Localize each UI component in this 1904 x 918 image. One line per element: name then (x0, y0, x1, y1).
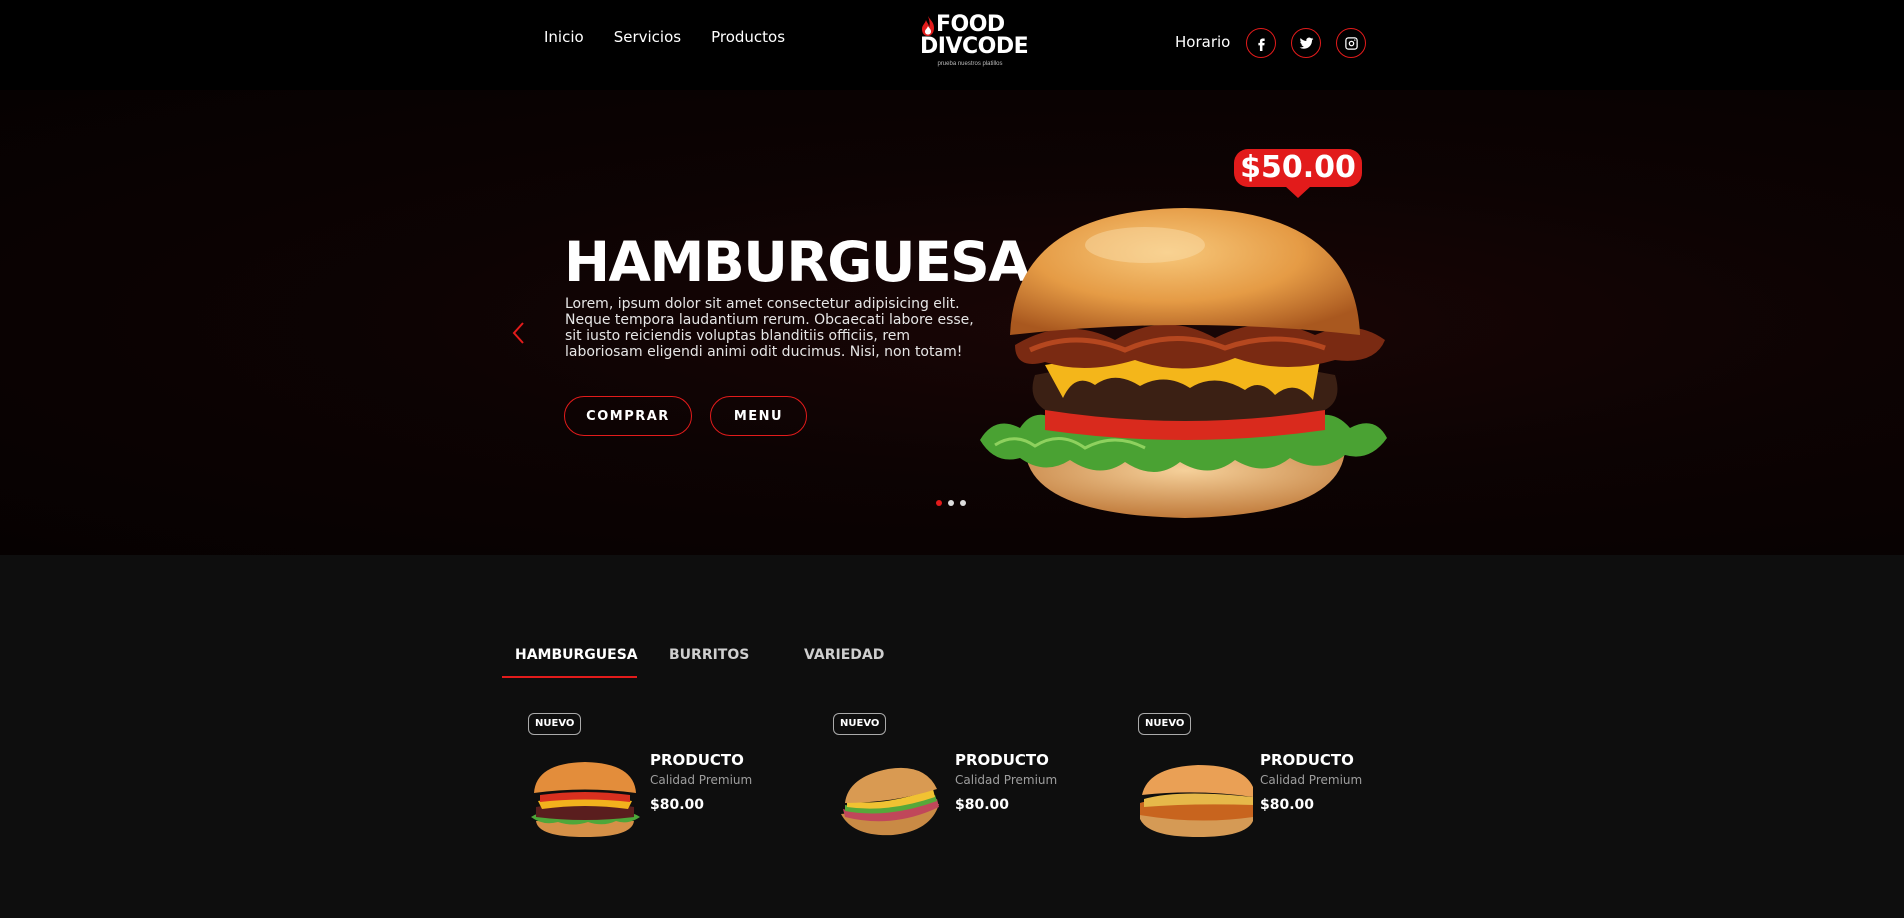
hero-description: Lorem, ipsum dolor sit amet consectetur … (565, 296, 974, 360)
logo[interactable]: FOOD DIVCODE prueba nuestros platillos (918, 12, 1029, 72)
nav-inicio[interactable]: Inicio (544, 28, 584, 46)
price-tag: $50.00 (1234, 149, 1362, 187)
new-badge: NUEVO (1138, 713, 1192, 735)
logo-tagline: prueba nuestros platillos (937, 61, 1003, 67)
hero-title: HAMBURGUESA (564, 230, 1031, 294)
slider-dot-3[interactable] (960, 500, 966, 506)
products-section: HAMBURGUESA BURRITOS VARIEDAD NUEVO PROD… (0, 555, 1904, 918)
new-badge: NUEVO (528, 713, 582, 735)
tab-hamburguesa[interactable]: HAMBURGUESA (515, 647, 638, 663)
product-name: PRODUCTO (955, 751, 1049, 769)
nav-servicios[interactable]: Servicios (614, 28, 681, 46)
price-tag-tail (1285, 186, 1311, 198)
tab-burritos[interactable]: BURRITOS (669, 647, 749, 663)
chevron-left-icon[interactable] (510, 320, 528, 346)
comprar-button[interactable]: COMPRAR (564, 396, 692, 436)
burger-thumbnail (531, 762, 640, 837)
nav-horario[interactable]: Horario (1175, 33, 1230, 51)
product-name: PRODUCTO (1260, 751, 1354, 769)
product-card[interactable]: NUEVO PRODUCTO Calidad Premium $80.00 (833, 713, 1073, 853)
slider-dot-1[interactable] (936, 500, 942, 506)
product-card[interactable]: NUEVO PRODUCTO Calidad Premium $80.00 (1138, 713, 1378, 853)
slider-dots (936, 500, 966, 506)
nav-productos[interactable]: Productos (711, 28, 785, 46)
site-header: Inicio Servicios Productos FOOD DIVCODE … (0, 0, 1904, 90)
menu-button[interactable]: MENU (710, 396, 807, 436)
slider-dot-2[interactable] (948, 500, 954, 506)
product-price: $80.00 (1260, 797, 1315, 813)
chicken-sandwich-thumbnail (1140, 765, 1253, 837)
product-price: $80.00 (650, 797, 705, 813)
new-badge: NUEVO (833, 713, 887, 735)
product-subtitle: Calidad Premium (955, 773, 1058, 787)
product-name: PRODUCTO (650, 751, 744, 769)
instagram-icon (1344, 36, 1358, 50)
facebook-icon (1257, 38, 1265, 51)
twitter-icon (1299, 37, 1313, 49)
main-nav: Inicio Servicios Productos (544, 28, 785, 46)
active-tab-indicator (502, 676, 637, 678)
facebook-button[interactable] (1246, 28, 1276, 58)
product-subtitle: Calidad Premium (650, 773, 753, 787)
tab-variedad[interactable]: VARIEDAD (804, 647, 884, 663)
product-subtitle: Calidad Premium (1260, 773, 1363, 787)
hero-burger-image (980, 208, 1387, 518)
hero-slider: HAMBURGUESA Lorem, ipsum dolor sit amet … (0, 90, 1904, 555)
twitter-button[interactable] (1291, 28, 1321, 58)
product-card[interactable]: NUEVO PRODUCTO Calidad Premium $80.00 (528, 713, 768, 853)
instagram-button[interactable] (1336, 28, 1366, 58)
logo-line-2: DIVCODE (920, 34, 1029, 59)
sandwich-thumbnail (841, 767, 939, 836)
product-price: $80.00 (955, 797, 1010, 813)
